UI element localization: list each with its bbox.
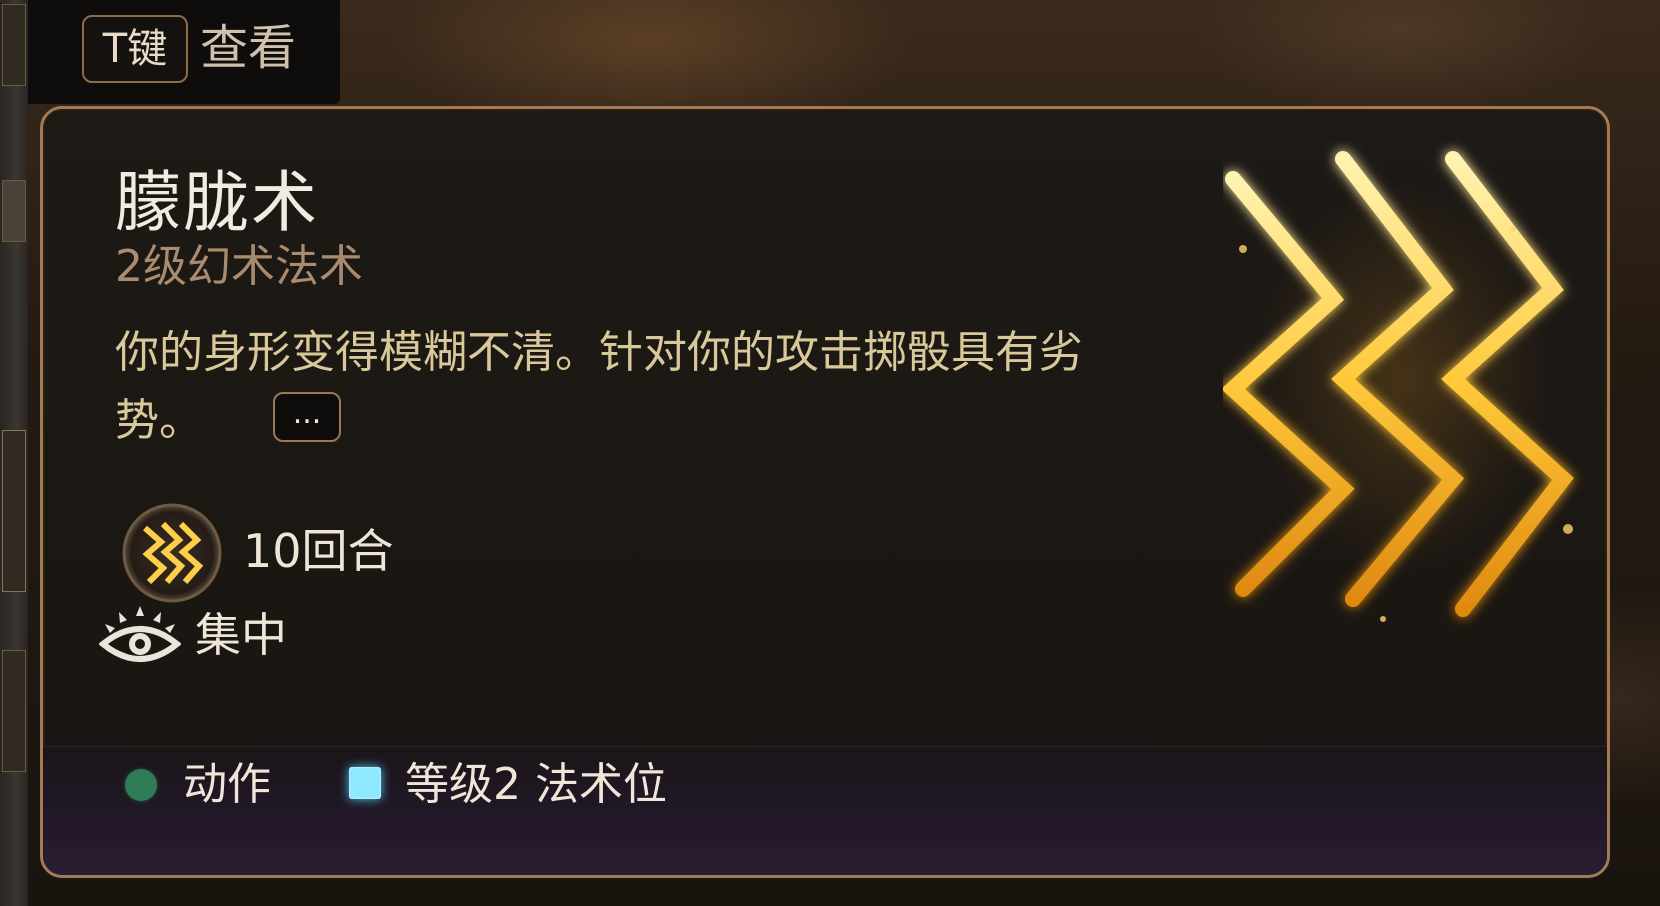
left-strip-slot <box>2 180 26 242</box>
left-strip-slot <box>2 4 26 86</box>
spell-tooltip-panel: 朦胧术 2级幻术法术 你的身形变得模糊不清。针对你的攻击掷骰具有劣势。... 1… <box>40 106 1610 878</box>
golden-zigzag-art <box>1223 151 1574 622</box>
action-cost-icon <box>125 769 157 801</box>
left-strip-slot <box>2 430 26 592</box>
action-cost-label: 动作 <box>183 759 271 810</box>
more-info-button[interactable]: ... <box>273 392 341 442</box>
tooltip-footer <box>43 746 1607 875</box>
concentration-eye-icon <box>99 606 181 662</box>
examine-label: 查看 <box>200 20 297 76</box>
spell-level-school: 2级幻术法术 <box>115 241 363 292</box>
spell-description: 你的身形变得模糊不清。针对你的攻击掷骰具有劣势。... <box>115 319 1095 455</box>
t-key-badge[interactable]: T键 <box>82 15 188 83</box>
left-strip-slot <box>2 650 26 772</box>
left-edge-ui-strip <box>0 0 28 906</box>
concentration-text: 集中 <box>195 608 287 662</box>
duration-text: 10回合 <box>243 524 394 578</box>
spell-description-text: 你的身形变得模糊不清。针对你的攻击掷骰具有劣势。 <box>115 327 1083 446</box>
blur-zigzag-icon <box>122 503 222 603</box>
spell-slot-icon <box>349 767 381 799</box>
spell-name: 朦胧术 <box>115 164 319 241</box>
spell-slot-label: 等级2 法术位 <box>405 759 667 810</box>
